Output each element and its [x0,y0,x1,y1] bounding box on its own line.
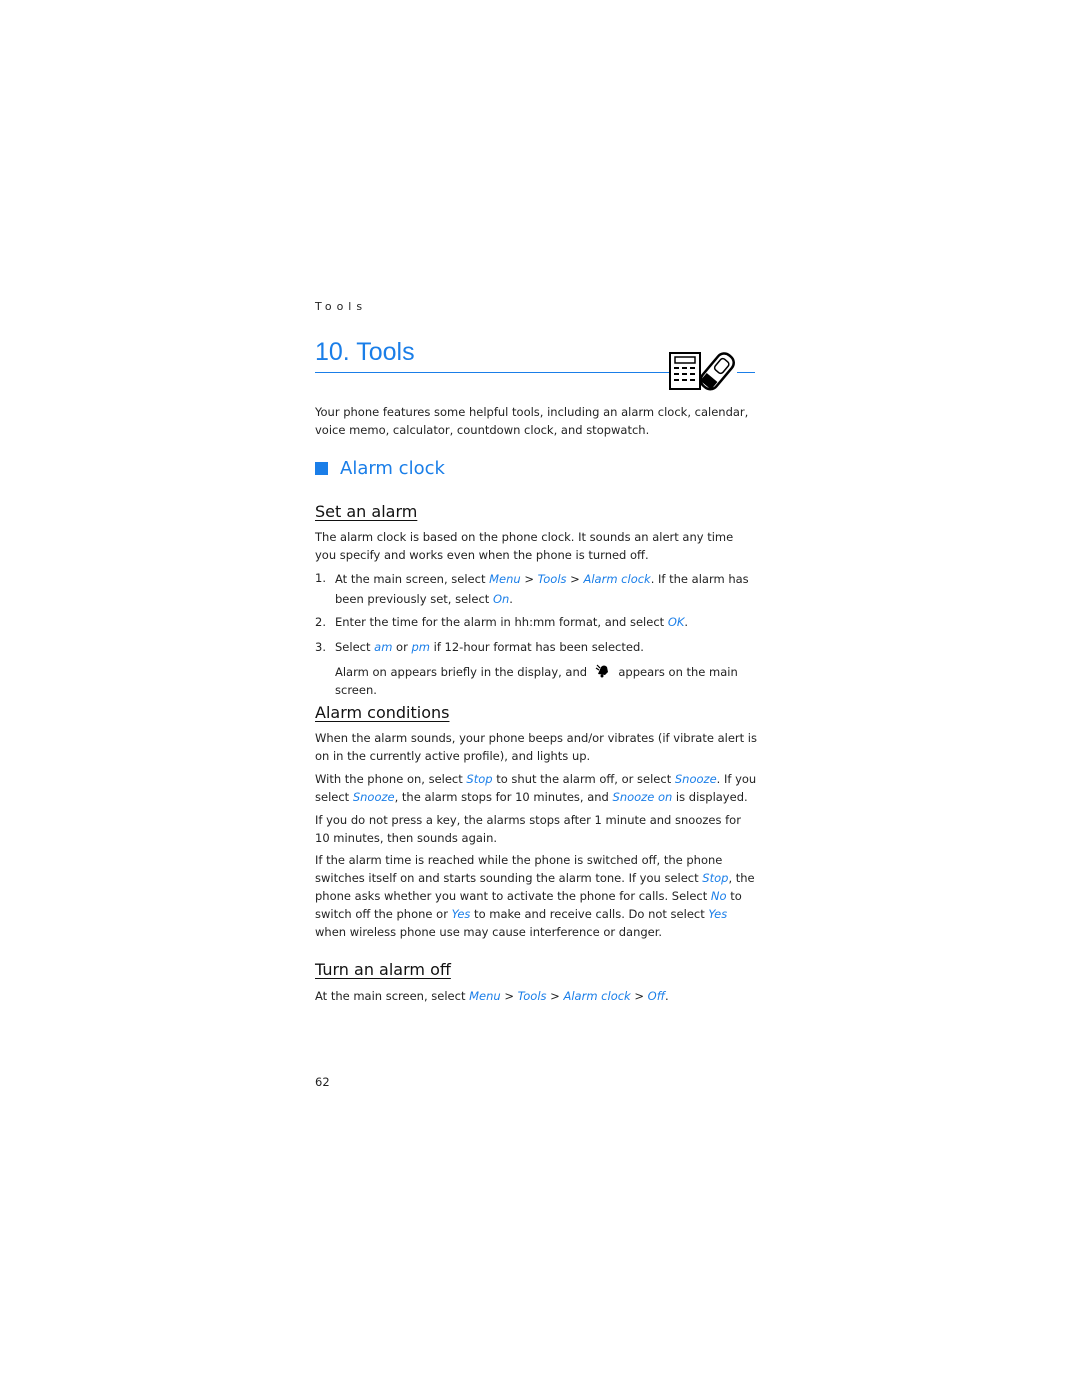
yes-term: Yes [708,907,728,921]
yes-term: Yes [451,907,471,921]
text: to shut the alarm off, or select [492,772,675,786]
calculator-phone-icon [669,352,735,391]
text: to make and receive calls. Do not select [470,907,709,921]
chapter-rule [315,372,670,373]
text: . [665,989,669,1003]
step-1: 1. At the main screen, select Menu > Too… [315,569,757,609]
sep: > [520,572,538,586]
chapter-rule-end [737,372,755,373]
step-3: 3. Select am or pm if 12-hour format has… [315,638,757,656]
sep: > [566,572,584,586]
step-number: 1. [315,571,326,585]
sep: > [630,989,648,1003]
menu-term: Menu [469,989,501,1003]
conditions-paragraph-2: With the phone on, select Stop to shut t… [315,770,757,806]
text: At the main screen, select [335,572,490,586]
text: is displayed. [672,790,748,804]
subheading-alarm-conditions: Alarm conditions [315,703,450,722]
snooze-term: Snooze [352,790,395,804]
alarm-bell-icon [595,664,608,678]
text: At the main screen, select [315,989,470,1003]
text: Select [335,640,375,654]
sep: > [500,989,518,1003]
menu-term: Menu [489,572,521,586]
tools-term: Tools [517,989,547,1003]
pm-term: pm [411,640,430,654]
on-term: On [492,592,510,606]
chapter-title: 10. Tools [315,338,415,366]
tools-term: Tools [537,572,567,586]
alarm-clock-term: Alarm clock [583,572,651,586]
stop-term: Stop [466,772,493,786]
text: if 12-hour format has been selected. [429,640,644,654]
conditions-paragraph-3: If you do not press a key, the alarms st… [315,813,741,845]
text: If the alarm time is reached while the p… [315,853,723,885]
section-title-alarm-clock: Alarm clock [315,458,445,479]
text: Enter the time for the alarm in hh:mm fo… [335,615,668,629]
text: , the alarm stops for 10 minutes, and [394,790,613,804]
set-alarm-paragraph: The alarm clock is based on the phone cl… [315,530,734,562]
conditions-paragraph-1: When the alarm sounds, your phone beeps … [315,731,757,763]
text: With the phone on, select [315,772,467,786]
ok-term: OK [667,615,685,629]
text: Alarm on appears briefly in the display,… [335,665,591,679]
subheading-set-alarm: Set an alarm [315,502,418,521]
text: or [392,640,412,654]
alarm-clock-term: Alarm clock [563,989,631,1003]
running-header: Tools [315,300,368,313]
no-term: No [710,889,727,903]
text: . [509,592,513,606]
step-number: 3. [315,640,326,654]
section-square-icon [315,462,328,475]
sep: > [546,989,564,1003]
step-2: 2. Enter the time for the alarm in hh:mm… [315,613,757,631]
snooze-term: Snooze [674,772,717,786]
section-title-text: Alarm clock [340,458,445,479]
text: when wireless phone use may cause interf… [315,925,663,939]
stop-term: Stop [702,871,729,885]
text: . [684,615,689,629]
subheading-turn-alarm-off: Turn an alarm off [315,960,451,979]
page-number: 62 [315,1075,330,1089]
conditions-paragraph-4: If the alarm time is reached while the p… [315,851,757,941]
turn-off-paragraph: At the main screen, select Menu > Tools … [315,987,757,1005]
am-term: am [374,640,393,654]
snooze-on-term: Snooze on [612,790,673,804]
intro-paragraph: Your phone features some helpful tools, … [315,405,749,437]
off-term: Off [647,989,666,1003]
step-number: 2. [315,615,326,629]
alarm-note: Alarm on appears briefly in the display,… [335,663,777,699]
